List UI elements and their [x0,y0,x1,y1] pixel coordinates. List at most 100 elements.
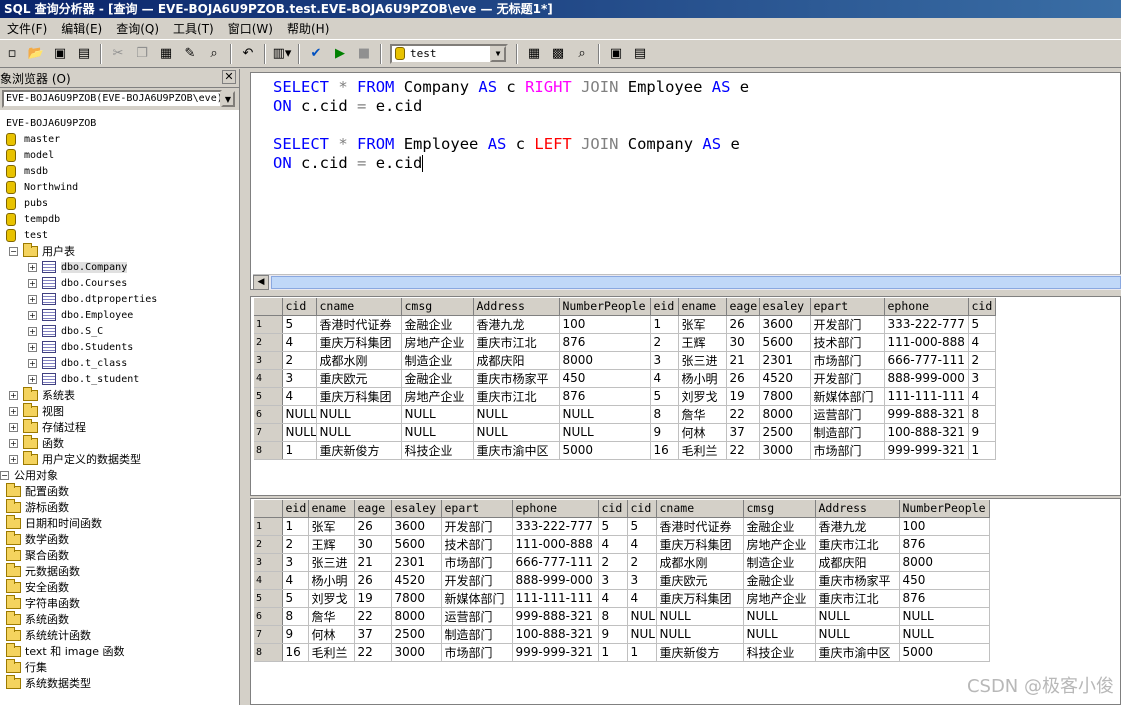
table-cell[interactable]: 5000 [899,643,990,662]
table-cell[interactable]: 8 [282,607,309,626]
table-cell[interactable]: 19 [726,387,760,406]
row-number[interactable]: 5 [254,387,283,406]
editor-horizontal-scrollbar[interactable]: ◀ [253,274,1121,290]
expand-icon[interactable]: + [28,294,37,304]
table-cell[interactable]: 22 [726,441,760,460]
table-cell[interactable]: 26 [726,369,760,388]
table-cell[interactable]: 37 [354,625,392,644]
table-cell[interactable]: 4 [282,571,309,590]
table-cell[interactable]: 新媒体部门 [810,387,885,406]
tree-func-metadata[interactable]: 元数据函数 [6,562,80,579]
column-header[interactable]: cname [656,500,744,518]
table-cell[interactable]: 毛利兰 [308,643,355,662]
table-cell[interactable]: 3600 [759,315,811,334]
table-cell[interactable]: 3 [627,571,657,590]
expand-icon[interactable]: + [28,358,37,368]
table-cell[interactable]: 香港九龙 [815,517,900,536]
table-cell[interactable]: NULL [627,625,657,644]
table-cell[interactable]: NULL [899,625,990,644]
table-cell[interactable]: 重庆新俊方 [316,441,402,460]
table-cell[interactable]: 市场部门 [441,643,513,662]
tree-table-t-class[interactable]: + dbo.t_class [28,355,127,371]
table-row[interactable]: 79何林372500制造部门100-888-3219NULLNULLNULLNU… [254,625,990,644]
table-cell[interactable]: NULL [316,405,402,424]
results-mode-icon[interactable]: ▥▾ [271,43,293,65]
expand-icon[interactable]: + [9,454,18,464]
table-cell[interactable]: 37 [726,423,760,442]
tree-table-dtproperties[interactable]: + dbo.dtproperties [28,291,157,307]
table-cell[interactable]: 22 [726,405,760,424]
tree-table-s-c[interactable]: + dbo.S_C [28,323,103,339]
tree-func-text-image[interactable]: text 和 image 函数 [6,642,124,659]
column-header[interactable]: Address [473,298,560,316]
table-cell[interactable]: 4 [282,387,317,406]
table-cell[interactable]: 制造部门 [441,625,513,644]
table-cell[interactable]: 房地产企业 [743,589,816,608]
table-cell[interactable]: 22 [354,643,392,662]
table-cell[interactable]: 8 [968,405,996,424]
column-header[interactable]: ename [678,298,727,316]
tree-functions[interactable]: + 函数 [9,434,64,451]
table-cell[interactable]: 4 [968,333,996,352]
menu-query[interactable]: 查询(Q) [109,19,166,39]
column-header[interactable]: epart [810,298,885,316]
clear-window-icon[interactable]: ✎ [179,43,201,65]
table-cell[interactable]: 4520 [391,571,442,590]
table-row[interactable]: 1 1 张军 26 3600 开发部门 333-222-777 5 5 香港时代证券 金融企业 香港九… [254,517,990,536]
table-cell[interactable]: NULL [815,625,900,644]
column-header[interactable]: cid [282,298,317,316]
tree-table-courses[interactable]: + dbo.Courses [28,275,127,291]
tree-func-aggregate[interactable]: 聚合函数 [6,546,69,563]
table-cell[interactable]: 333-222-777 [884,315,969,334]
table-cell[interactable]: 8 [598,607,628,626]
table-cell[interactable]: 2500 [391,625,442,644]
table-cell[interactable]: 100 [899,517,990,536]
column-header[interactable]: eage [354,500,392,518]
table-cell[interactable]: 重庆市杨家平 [473,369,560,388]
table-cell[interactable]: 开发部门 [810,315,885,334]
table-cell[interactable]: 1 [627,643,657,662]
table-cell[interactable]: 金融企业 [401,315,474,334]
table-cell[interactable]: 重庆市渝中区 [815,643,900,662]
paste-icon[interactable]: ▦ [155,43,177,65]
table-cell[interactable]: 成都水刚 [316,351,402,370]
table-cell[interactable]: 房地产企业 [743,535,816,554]
table-cell[interactable]: 詹华 [678,405,727,424]
tree-func-math[interactable]: 数学函数 [6,530,69,547]
row-number[interactable]: 1 [254,315,283,334]
column-header[interactable]: cid [598,500,628,518]
table-cell[interactable]: 制造企业 [401,351,474,370]
table-cell[interactable]: 房地产企业 [401,333,474,352]
save-icon[interactable]: ▣ [49,43,71,65]
cut-icon[interactable]: ✂ [107,43,129,65]
expand-icon[interactable]: + [9,406,18,416]
column-header[interactable]: cmsg [743,500,816,518]
table-cell[interactable]: NULL [656,607,744,626]
column-header[interactable]: cid [627,500,657,518]
column-header[interactable]: eid [282,500,309,518]
table-cell[interactable]: 3600 [391,517,442,536]
tree-server[interactable]: EVE-BOJA6U9PZOB [6,115,96,131]
table-cell[interactable]: 4 [650,369,679,388]
tree-table-students[interactable]: + dbo.Students [28,339,133,355]
table-cell[interactable]: 开发部门 [441,571,513,590]
table-cell[interactable]: 技术部门 [441,535,513,554]
stop-icon[interactable]: ■ [353,43,375,65]
column-header[interactable]: esaley [759,298,811,316]
column-header[interactable]: ephone [884,298,969,316]
table-cell[interactable]: 市场部门 [810,441,885,460]
tree-func-system-stats[interactable]: 系统统计函数 [6,626,91,643]
tree-func-string[interactable]: 字符串函数 [6,594,80,611]
table-cell[interactable]: 香港时代证券 [656,517,744,536]
load-sql-icon[interactable]: ▤ [73,43,95,65]
table-cell[interactable]: 4520 [759,369,811,388]
table-cell[interactable]: 张三进 [678,351,727,370]
undo-icon[interactable]: ↶ [237,43,259,65]
table-row[interactable]: 5 5 刘罗戈 19 7800 新媒体部门 111-111-111 4 4 重庆万科集团 房地产企业… [254,589,990,608]
table-cell[interactable]: 876 [559,333,651,352]
table-cell[interactable]: 3 [598,571,628,590]
column-header[interactable]: NumberPeople [559,298,651,316]
table-cell[interactable]: 3 [968,369,996,388]
table-cell[interactable]: 3 [282,369,317,388]
database-select[interactable]: test ▼ [390,43,508,64]
